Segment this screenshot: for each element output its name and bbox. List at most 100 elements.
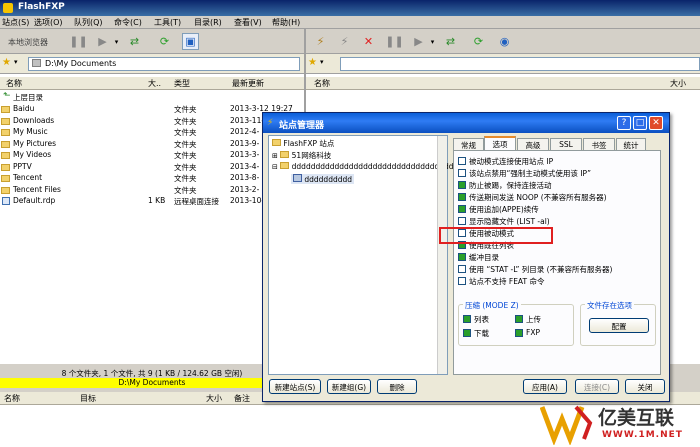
new-group-button[interactable]: 新建组(G) — [327, 379, 371, 394]
col-size[interactable]: 大小 — [670, 78, 686, 89]
flashfxp-icon: ⚡ — [267, 118, 274, 128]
dialog-titlebar[interactable]: ⚡ 站点管理器 — [263, 113, 669, 133]
chevron-down-icon[interactable]: ▾ — [424, 33, 441, 50]
tab-ssl[interactable]: SSL — [550, 138, 582, 150]
col-target[interactable]: 目标 — [80, 393, 96, 404]
apply-button[interactable]: 应用(A) — [523, 379, 567, 394]
folder-icon — [280, 162, 290, 169]
disconnect-icon[interactable]: ⚡ — [336, 33, 353, 50]
remote-column-header: 名称 大小 — [306, 77, 700, 90]
local-address-bar: ★ ▾ D:\My Documents — [0, 54, 304, 74]
tab-bookmarks[interactable]: 书签 — [583, 138, 615, 150]
compress-group: 压缩 (MODE Z) 列表 上传 下载 FXP — [458, 300, 574, 346]
menu-tools[interactable]: 工具(T) — [154, 17, 181, 28]
maximize-button[interactable]: □ — [633, 116, 647, 130]
list-item[interactable]: Downloads 文件夹 2013-11- — [0, 116, 304, 128]
checkbox — [458, 169, 466, 177]
close-button[interactable]: ✕ — [649, 116, 663, 130]
menu-commands[interactable]: 命令(C) — [114, 17, 142, 28]
list-item[interactable]: Baidu 文件夹 2013-3-12 19:27 — [0, 104, 304, 116]
remote-address-bar: ★ ▾ — [306, 54, 700, 74]
menu-site[interactable]: 站点(S) — [2, 17, 29, 28]
checkbox — [458, 193, 466, 201]
menu-view[interactable]: 查看(V) — [234, 17, 262, 28]
folder-icon — [1, 152, 10, 159]
chevron-down-icon[interactable]: ▾ — [14, 58, 18, 66]
menu-options[interactable]: 选项(O) — [34, 17, 63, 28]
watermark: 亿美互联 WWW.1M.NET — [539, 397, 700, 447]
checkbox — [463, 329, 471, 337]
list-item[interactable]: Tencent 文件夹 2013-8- — [0, 173, 304, 185]
tree-scrollbar[interactable] — [437, 136, 447, 374]
abort-icon[interactable]: ✕ — [360, 33, 377, 50]
list-item[interactable]: My Music 文件夹 2012-4- — [0, 127, 304, 139]
connect-button[interactable]: 连接(C) — [575, 379, 619, 394]
local-browser-label[interactable]: 本地浏览器 — [8, 37, 48, 48]
chevron-down-icon[interactable]: ▾ — [108, 33, 125, 50]
site-manager-dialog: ⚡ 站点管理器 ? □ ✕ FlashFXP 站点 ⊞ 51网络科技 ⊟ ddd… — [262, 112, 670, 402]
checkbox — [463, 315, 471, 323]
local-status-text: 8 个文件夹, 1 个文件, 共 9 (1 KB / 124.62 GB 空闲) — [61, 369, 243, 378]
list-item[interactable]: My Pictures 文件夹 2013-9- — [0, 139, 304, 151]
configure-button[interactable]: 配置 — [589, 318, 649, 333]
pause-icon[interactable]: ❚❚ — [69, 33, 87, 50]
tab-general[interactable]: 常规 — [453, 138, 484, 150]
chevron-down-icon[interactable]: ▾ — [320, 58, 324, 66]
col-size[interactable]: 大小 — [206, 393, 222, 404]
col-name[interactable]: 名称 — [4, 393, 20, 404]
pause-icon[interactable]: ❚❚ — [385, 33, 403, 50]
watermark-brand: 亿美互联 — [598, 407, 675, 429]
app-titlebar: FlashFXP — [0, 0, 700, 16]
remote-path-input[interactable] — [340, 57, 700, 71]
local-path-input[interactable]: D:\My Documents — [28, 57, 300, 71]
list-item[interactable]: My Videos 文件夹 2013-3- — [0, 150, 304, 162]
connect-icon[interactable]: ⚡ — [312, 33, 329, 50]
menu-queue[interactable]: 队列(Q) — [74, 17, 103, 28]
collapse-icon: ⊟ — [272, 163, 278, 171]
star-icon[interactable]: ★ — [2, 57, 11, 68]
col-type[interactable]: 类型 — [174, 78, 190, 89]
file-exists-group: 文件存在选项 配置 — [580, 300, 656, 346]
star-icon[interactable]: ★ — [308, 57, 317, 68]
list-item[interactable]: ⬑ 上层目录 — [0, 91, 304, 104]
site-manager-icon[interactable]: ▣ — [182, 33, 199, 50]
folder-icon — [1, 140, 10, 148]
tab-stats[interactable]: 统计 — [616, 138, 646, 150]
delete-button[interactable]: 删除 — [377, 379, 417, 394]
col-name[interactable]: 名称 — [314, 78, 330, 89]
new-site-button[interactable]: 新建站点(S) — [269, 379, 321, 394]
help-button[interactable]: ? — [617, 116, 631, 130]
list-item[interactable]: Tencent Files 文件夹 2013-2- — [0, 185, 304, 197]
remote-toolbar: ⚡ ⚡ ✕ ❚❚ ▶ ▾ ⇄ ⟳ ◉ — [306, 29, 700, 54]
transfer-icon[interactable]: ⇄ — [442, 33, 459, 50]
refresh-icon[interactable]: ⟳ — [156, 33, 173, 50]
list-item[interactable]: Default.rdp 1 KB 远程桌面连接 2013-10- — [0, 196, 304, 208]
highlight-box — [439, 227, 553, 244]
tab-advanced[interactable]: 高级 — [517, 138, 549, 150]
globe-icon[interactable]: ◉ — [496, 33, 513, 50]
dialog-close-button[interactable]: 关闭 — [625, 379, 665, 394]
tree-root[interactable]: FlashFXP 站点 — [272, 138, 334, 149]
tree-node-group[interactable]: ⊞ 51网络科技 — [272, 150, 331, 161]
folder-icon — [1, 186, 10, 194]
col-name[interactable]: 名称 — [6, 78, 22, 89]
col-modified[interactable]: 最新更新 — [232, 78, 264, 89]
list-item[interactable]: PPTV 文件夹 2013-4- — [0, 162, 304, 174]
expand-icon: ⊞ — [272, 152, 278, 160]
col-note[interactable]: 备注 — [234, 393, 250, 404]
refresh-icon[interactable]: ⟳ — [470, 33, 487, 50]
col-size[interactable]: 大.. — [148, 78, 161, 89]
local-toolbar: 本地浏览器 ❚❚ ▶ ▾ ⇄ ⟳ ▣ — [0, 29, 304, 54]
tree-node-group[interactable]: ⊟ dddddddddddddddddddddddddddddddddd — [272, 162, 454, 171]
checkbox — [458, 157, 466, 165]
menu-directory[interactable]: 目录(R) — [194, 17, 222, 28]
checkbox — [458, 265, 466, 273]
checkbox — [515, 315, 523, 323]
tree-node-site[interactable]: dddddddddd — [291, 174, 354, 184]
tab-options[interactable]: 选项 — [484, 136, 516, 150]
checkbox — [458, 205, 466, 213]
checkbox — [458, 253, 466, 261]
local-status-path: D:\My Documents — [0, 378, 304, 388]
transfer-icon[interactable]: ⇄ — [126, 33, 143, 50]
menu-help[interactable]: 帮助(H) — [272, 17, 300, 28]
